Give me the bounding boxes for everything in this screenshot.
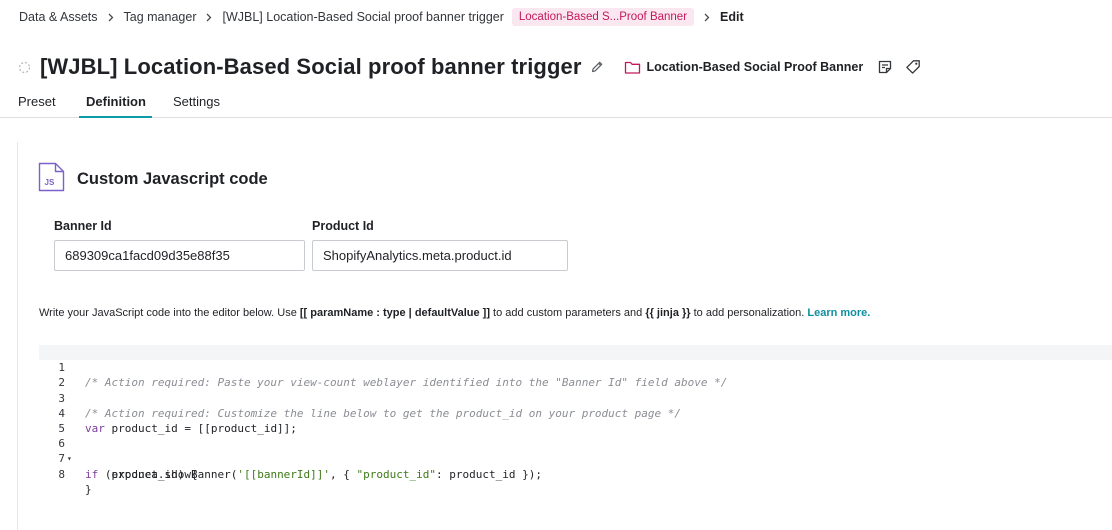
code-line: 5 — [39, 406, 1112, 435]
chevron-right-icon — [196, 10, 222, 24]
help-param-syntax: [[ paramName : type | defaultValue ]] — [299, 307, 490, 319]
title-row: [WJBL] Location-Based Social proof banne… — [18, 52, 921, 82]
tab-bar: Preset Definition Settings — [0, 88, 1112, 118]
tab-preset[interactable]: Preset — [18, 94, 56, 109]
breadcrumb-folder-pill[interactable]: Location-Based S...Proof Banner — [511, 8, 695, 26]
editor-help-text: Write your JavaScript code into the edit… — [39, 307, 870, 319]
pencil-icon[interactable] — [590, 60, 604, 74]
javascript-file-icon: JS — [38, 162, 65, 192]
help-jinja-syntax: {{ jinja }} — [645, 307, 691, 319]
banner-id-input[interactable] — [54, 240, 305, 271]
help-suffix: to add personalization. — [690, 307, 808, 319]
code-segment: : product_id }); — [436, 467, 542, 481]
breadcrumb-current: Edit — [720, 10, 744, 24]
help-prefix: Write your JavaScript code into the edit… — [39, 307, 300, 319]
folder-link[interactable]: Location-Based Social Proof Banner — [624, 60, 864, 75]
page-title: [WJBL] Location-Based Social proof banne… — [40, 54, 582, 79]
folder-label: Location-Based Social Proof Banner — [646, 60, 864, 74]
code-line: 1 /* Action required: Paste your view-co… — [39, 345, 1112, 389]
product-id-input[interactable] — [312, 240, 568, 271]
code-text: exponea.showBanner('[[bannerId]]', { "pr… — [85, 467, 542, 482]
banner-id-label: Banner Id — [54, 219, 112, 233]
code-text: } — [85, 482, 92, 496]
product-id-label: Product Id — [312, 219, 374, 233]
panel-left-border — [17, 142, 18, 530]
code-string: "product_id" — [356, 467, 437, 481]
breadcrumb-tag-manager[interactable]: Tag manager — [124, 10, 197, 24]
code-line: 7 exponea.showBanner('[[bannerId]]', { "… — [39, 436, 1112, 480]
code-line: 3 /* Action required: Customize the line… — [39, 375, 1112, 420]
tab-settings[interactable]: Settings — [173, 94, 220, 109]
section-title: Custom Javascript code — [77, 170, 268, 188]
code-editor[interactable]: 1 /* Action required: Paste your view-co… — [39, 345, 1112, 496]
note-icon[interactable] — [877, 59, 893, 75]
folder-icon — [624, 60, 641, 75]
tab-definition[interactable]: Definition — [86, 94, 146, 109]
code-line: 8 } — [39, 451, 1112, 496]
active-tab-indicator — [79, 116, 152, 118]
tag-icon[interactable] — [905, 59, 921, 75]
chevron-right-icon — [98, 10, 124, 24]
learn-more-link[interactable]: Learn more. — [807, 307, 870, 319]
code-line: 2 — [39, 360, 1112, 389]
chevron-right-icon — [694, 10, 720, 24]
js-icon-text: JS — [45, 178, 55, 187]
loading-spinner-icon — [18, 61, 31, 74]
breadcrumb: Data & Assets Tag manager [WJBL] Locatio… — [19, 8, 744, 26]
code-line: 6 ▾ if (product_id) { — [39, 421, 1112, 480]
code-line: 4 var product_id = [[product_id]]; — [39, 391, 1112, 435]
code-string: '[[bannerId]]' — [237, 467, 331, 481]
help-middle: to add custom parameters and — [490, 307, 646, 319]
line-number: 8 — [58, 467, 65, 481]
breadcrumb-tag-name[interactable]: [WJBL] Location-Based Social proof banne… — [222, 10, 503, 24]
code-segment: exponea.showBanner( — [85, 467, 238, 481]
breadcrumb-data-assets[interactable]: Data & Assets — [19, 10, 98, 24]
code-segment: , { — [330, 467, 357, 481]
